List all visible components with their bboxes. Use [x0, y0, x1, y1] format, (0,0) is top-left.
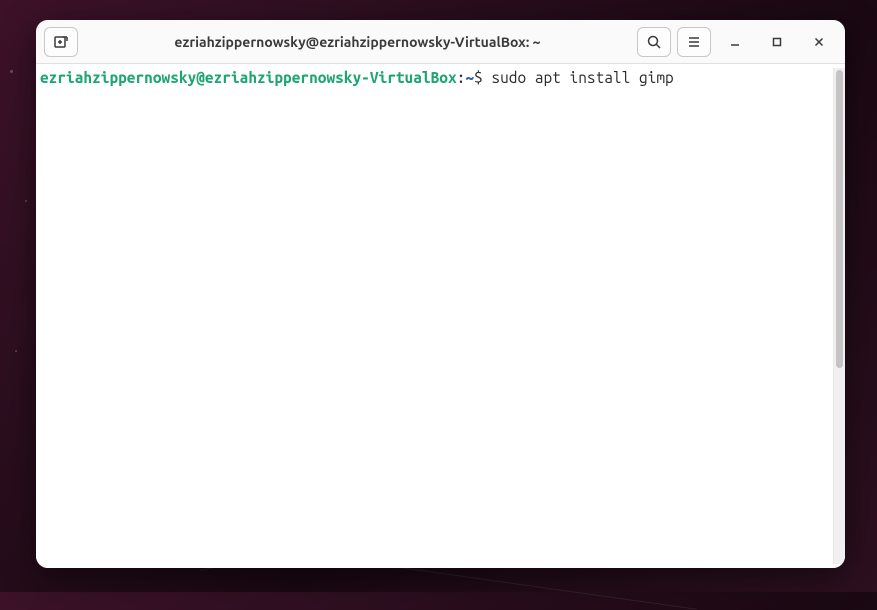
hamburger-icon — [686, 34, 702, 50]
prompt-path: ~ — [465, 69, 474, 86]
new-tab-icon — [53, 34, 69, 50]
terminal-content[interactable]: ezriahzippernowsky@ezriahzippernowsky-Vi… — [40, 68, 833, 564]
titlebar: ezriahzippernowsky@ezriahzippernowsky-Vi… — [36, 20, 845, 64]
search-icon — [646, 34, 662, 50]
prompt-line: ezriahzippernowsky@ezriahzippernowsky-Vi… — [40, 68, 833, 88]
minimize-button[interactable] — [717, 27, 753, 57]
bg-decoration — [25, 200, 27, 202]
menu-button[interactable] — [677, 27, 711, 57]
close-button[interactable] — [801, 27, 837, 57]
search-button[interactable] — [637, 27, 671, 57]
window-title: ezriahzippernowsky@ezriahzippernowsky-Vi… — [84, 34, 631, 50]
terminal-window: ezriahzippernowsky@ezriahzippernowsky-Vi… — [36, 20, 845, 568]
minimize-icon — [728, 35, 742, 49]
titlebar-left-controls — [44, 27, 78, 57]
terminal-body[interactable]: ezriahzippernowsky@ezriahzippernowsky-Vi… — [36, 64, 845, 568]
prompt-symbol: $ — [474, 69, 491, 86]
scrollbar[interactable] — [833, 68, 845, 564]
new-tab-button[interactable] — [44, 27, 78, 57]
maximize-button[interactable] — [759, 27, 795, 57]
maximize-icon — [770, 35, 784, 49]
bg-decoration — [15, 350, 17, 352]
titlebar-right-controls — [637, 27, 837, 57]
prompt-user-host: ezriahzippernowsky@ezriahzippernowsky-Vi… — [40, 69, 457, 86]
bg-decoration — [10, 70, 13, 73]
close-icon — [812, 35, 826, 49]
scrollbar-thumb[interactable] — [836, 70, 843, 368]
command-text: sudo apt install gimp — [491, 69, 673, 86]
